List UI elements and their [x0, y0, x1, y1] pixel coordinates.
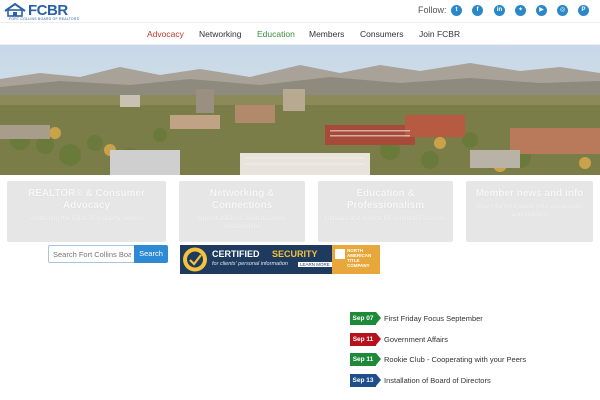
- cert-learn-more[interactable]: LEARN MORE: [298, 262, 332, 267]
- nav-item-members[interactable]: Members: [309, 29, 344, 39]
- search-button[interactable]: Search: [134, 245, 168, 263]
- event-title[interactable]: First Friday Focus September: [384, 314, 483, 323]
- instagram-icon[interactable]: ◎: [557, 5, 568, 16]
- follow-label: Follow:: [418, 5, 447, 15]
- logo-text: FCBR: [28, 2, 68, 19]
- event-arrow-icon: [376, 374, 381, 386]
- certified-security-banner[interactable]: CERTIFIED SECURITY for clients' personal…: [180, 245, 380, 274]
- event-title[interactable]: Installation of Board of Directors: [384, 376, 491, 385]
- feature-subtitle: Opportunities to build business relation…: [197, 215, 287, 230]
- feature-title: REALTOR® & Consumer Advocacy: [27, 188, 145, 211]
- feature-title: Networking & Connections: [209, 188, 275, 211]
- fcbr-logo[interactable]: FCBR FORT COLLINS BOARD OF REALTORS: [4, 2, 79, 21]
- hero-image: [0, 45, 600, 175]
- feature-title: Education & Professionalism: [346, 188, 425, 211]
- search-input[interactable]: [48, 245, 135, 263]
- linkedin-icon[interactable]: in: [494, 5, 505, 16]
- nav-item-join-fcbr[interactable]: Join FCBR: [419, 29, 460, 39]
- main-nav: Advocacy Networking Education Members Consum…: [0, 22, 600, 45]
- cert-main-text: CERTIFIED: [212, 249, 260, 259]
- cert-sub-text: SECURITY: [272, 249, 318, 259]
- feature-box[interactable]: Networking & Connections Opportunities to…: [179, 181, 305, 242]
- site-header: FCBR FORT COLLINS BOARD OF REALTORS Foll…: [0, 0, 600, 22]
- event-date-badge: Sep 13: [350, 374, 376, 387]
- nav-item-networking[interactable]: Networking: [199, 29, 242, 39]
- instagram-alt-icon[interactable]: ✦: [515, 5, 526, 16]
- event-title[interactable]: Rookie Club - Cooperating with your Peer…: [384, 355, 526, 364]
- feature-box[interactable]: Member news and info Stay informed about …: [466, 181, 593, 242]
- feature-box[interactable]: Education & Professionalism Classes and e…: [318, 181, 453, 242]
- pinterest-icon[interactable]: P: [578, 5, 589, 16]
- youtube-icon[interactable]: ▶: [536, 5, 547, 16]
- feature-subtitle: Protecting the rights of property owners: [29, 215, 144, 222]
- event-item[interactable]: Sep 13 Installation of Board of Directors: [350, 374, 550, 387]
- event-date-badge: Sep 07: [350, 312, 376, 325]
- event-title[interactable]: Government Affairs: [384, 335, 448, 344]
- event-arrow-icon: [376, 312, 381, 324]
- logo-subtitle: FORT COLLINS BOARD OF REALTORS: [9, 17, 80, 21]
- cert-company-text: NORTH AMERICAN TITLE COMPANY: [347, 248, 372, 268]
- event-item[interactable]: Sep 11 Rookie Club - Cooperating with you…: [350, 353, 550, 366]
- event-item[interactable]: Sep 11 Government Affairs: [350, 333, 550, 346]
- feature-title: Member news and info: [475, 188, 584, 199]
- event-arrow-icon: [376, 333, 381, 345]
- feature-box[interactable]: REALTOR® & Consumer Advocacy Protecting t…: [7, 181, 166, 242]
- nav-item-consumers[interactable]: Consumers: [360, 29, 403, 39]
- feature-subtitle: Classes and events for continued success: [324, 215, 447, 222]
- feature-subtitle: Stay informed about your association and…: [476, 203, 583, 218]
- page: FCBR FORT COLLINS BOARD OF REALTORS Foll…: [0, 0, 600, 400]
- event-item[interactable]: Sep 07 First Friday Focus September: [350, 312, 550, 325]
- cert-line2-text: for clients' personal information: [212, 261, 288, 267]
- event-date-badge: Sep 11: [350, 333, 376, 346]
- nav-item-education[interactable]: Education: [257, 29, 295, 39]
- event-arrow-icon: [376, 353, 381, 365]
- facebook-icon[interactable]: f: [472, 5, 483, 16]
- event-date-badge: Sep 11: [350, 353, 376, 366]
- twitter-icon[interactable]: t: [451, 5, 462, 16]
- nav-item-advocacy[interactable]: Advocacy: [147, 29, 184, 39]
- house-logo-icon: [4, 3, 26, 17]
